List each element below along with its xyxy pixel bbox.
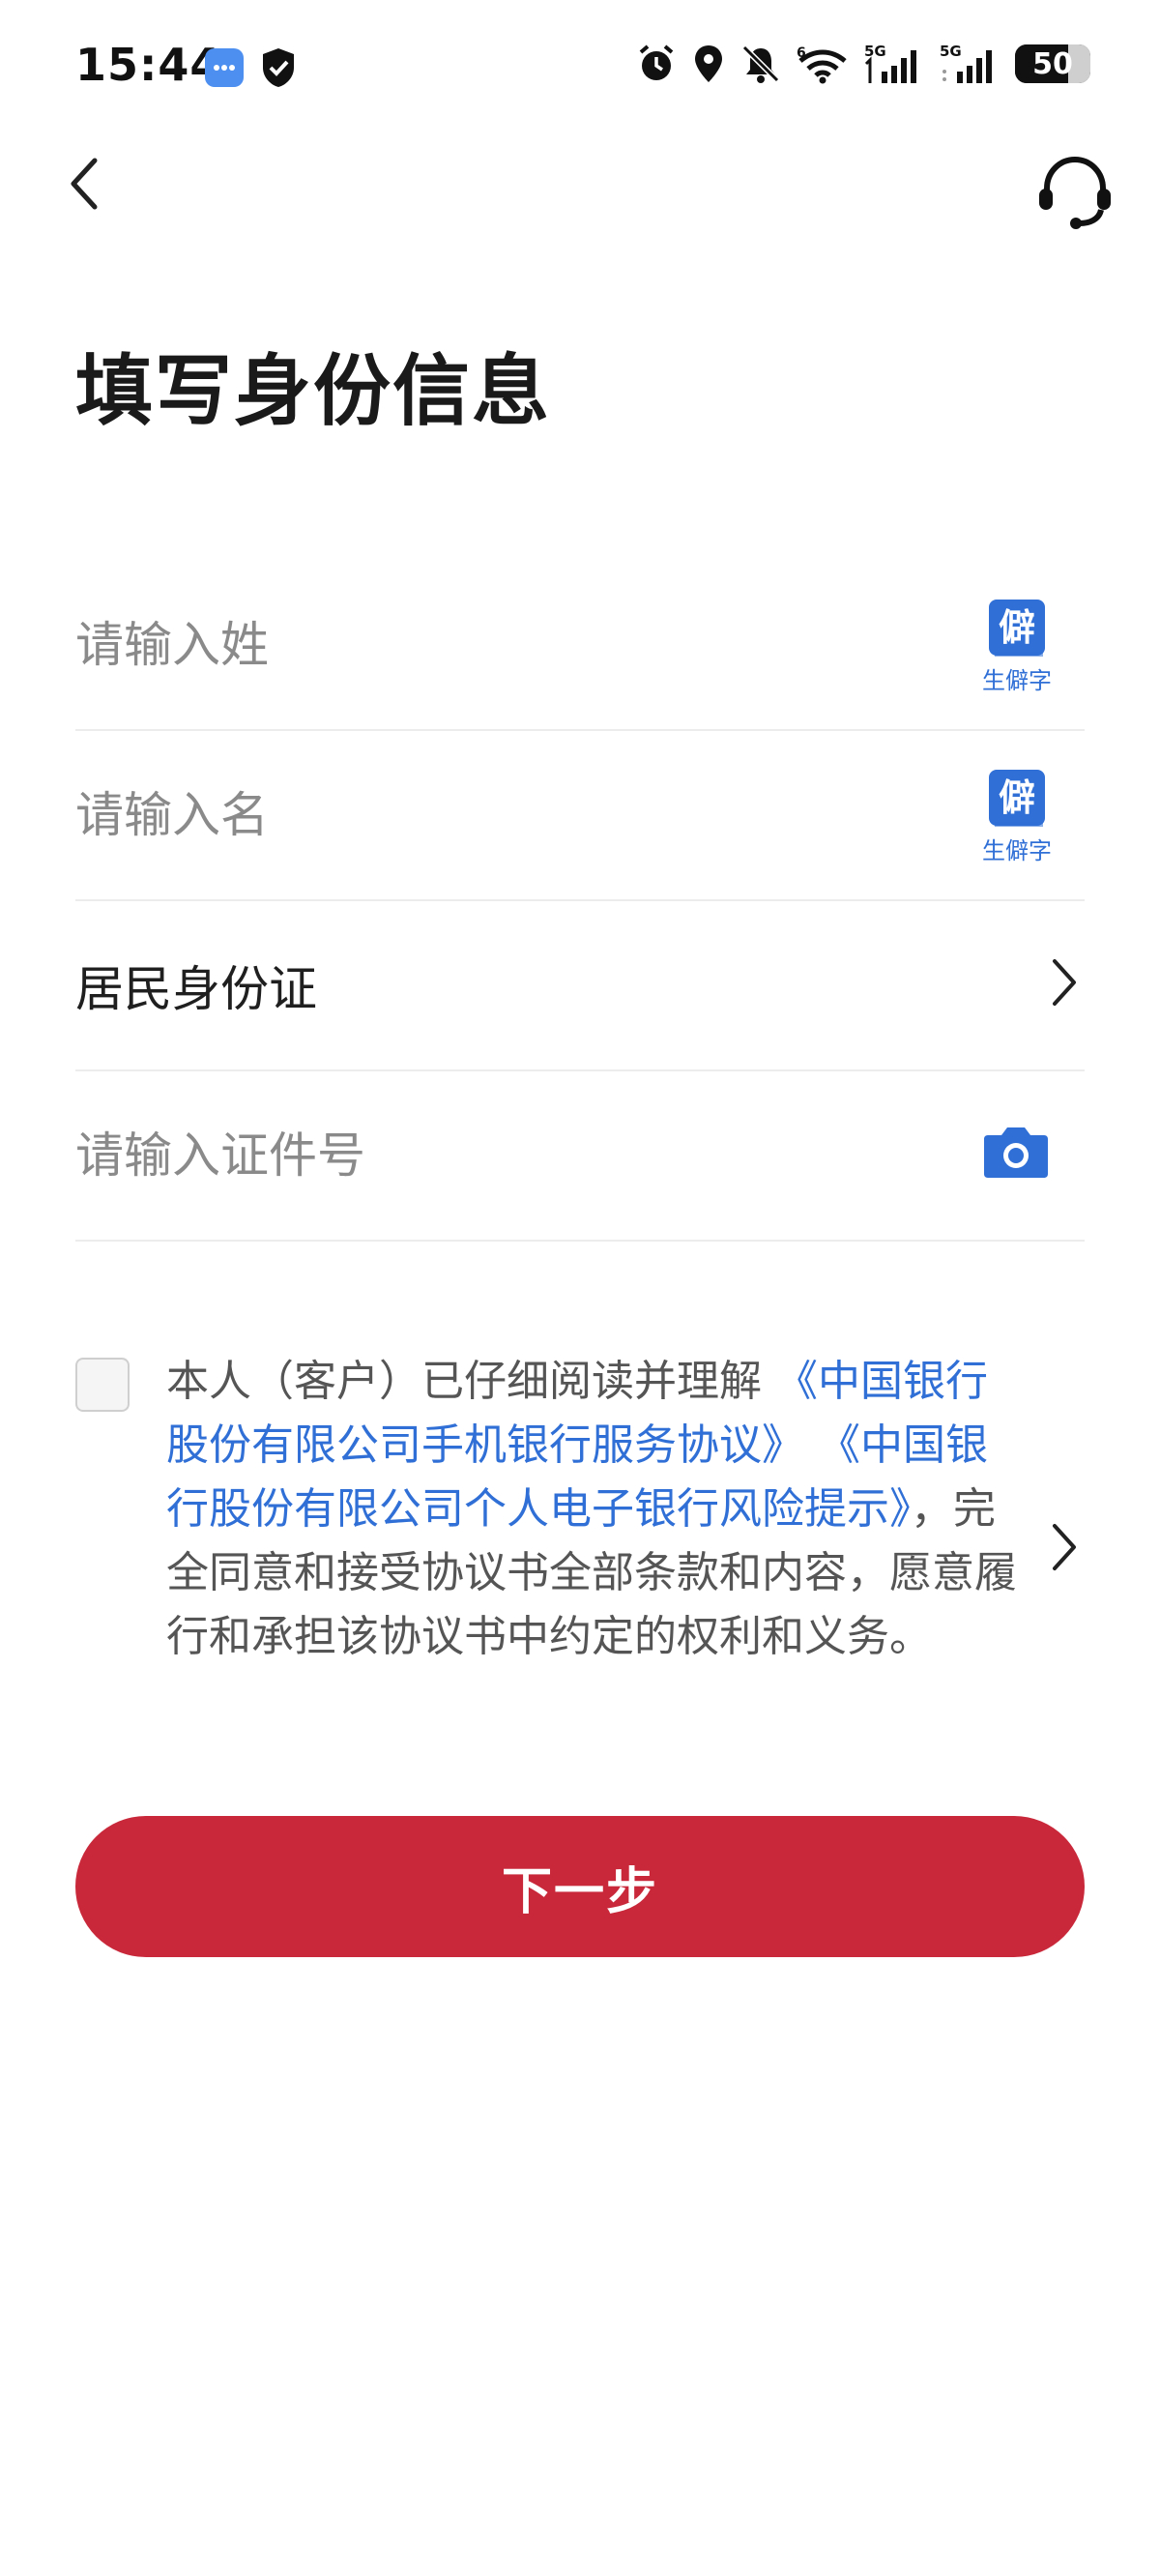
alarm-icon	[636, 44, 677, 84]
scan-id-camera-button[interactable]	[982, 1124, 1050, 1184]
agreement-chevron-right-icon[interactable]	[1050, 1522, 1079, 1572]
svg-text:僻: 僻	[999, 776, 1035, 819]
svg-text:僻: 僻	[999, 606, 1035, 649]
page-title: 填写身份信息	[75, 346, 551, 436]
headset-icon	[1039, 156, 1111, 229]
id-number-row	[75, 1071, 1085, 1242]
cellular-signal-2-icon: 5G	[940, 43, 1000, 85]
id-type-value: 居民身份证	[75, 961, 317, 1017]
given-name-input[interactable]	[75, 787, 849, 843]
rare-character-label: 生僻字	[982, 667, 1052, 694]
id-number-input[interactable]	[75, 1127, 849, 1184]
surname-input[interactable]	[75, 617, 849, 673]
network-1-text: 5G	[864, 43, 886, 60]
agreement-prefix: 本人（客户）已仔细阅读并理解	[166, 1357, 762, 1406]
rare-character-button-given-name[interactable]: 僻 生僻字	[978, 768, 1056, 865]
status-right-icons: 6 5G 5G 50	[636, 43, 1090, 85]
next-step-button[interactable]: 下一步	[75, 1816, 1085, 1957]
shield-check-icon	[259, 46, 298, 89]
back-button[interactable]	[46, 145, 124, 222]
battery-indicator: 50	[1015, 44, 1090, 83]
network-2-text: 5G	[940, 43, 962, 60]
chevron-right-icon	[1053, 959, 1076, 1006]
surname-row: 僻 生僻字	[75, 561, 1085, 731]
battery-icon: 50	[1015, 44, 1090, 83]
id-type-row[interactable]: 居民身份证	[75, 901, 1085, 1071]
status-bar: 15:44 6 5G 5G 50	[0, 0, 1160, 145]
rare-character-icon: 僻	[989, 600, 1045, 657]
mute-bell-icon	[740, 44, 781, 84]
identity-form: 僻 生僻字 僻 生僻字 居民身份证	[75, 561, 1085, 1242]
status-left-icons	[203, 46, 298, 89]
wifi-icon: 6	[797, 44, 849, 84]
rare-character-icon: 僻	[989, 770, 1045, 827]
camera-icon	[984, 1127, 1048, 1178]
given-name-row: 僻 生僻字	[75, 731, 1085, 901]
agreement-text: 本人（客户）已仔细阅读并理解 《中国银行股份有限公司手机银行服务协议》 《中国银…	[166, 1350, 1017, 1669]
chevron-left-icon	[71, 158, 98, 210]
rare-character-button-surname[interactable]: 僻 生僻字	[978, 598, 1056, 695]
cellular-signal-1-icon: 5G	[864, 43, 924, 85]
rare-character-label: 生僻字	[982, 837, 1052, 864]
agreement-section: 本人（客户）已仔细阅读并理解 《中国银行股份有限公司手机银行服务协议》 《中国银…	[75, 1357, 1085, 1744]
location-icon	[692, 44, 725, 84]
status-time: 15:44	[75, 39, 222, 91]
customer-service-button[interactable]	[1029, 145, 1121, 238]
message-app-icon	[203, 46, 246, 89]
agreement-checkbox[interactable]	[75, 1358, 130, 1412]
battery-level: 50	[1032, 46, 1073, 81]
